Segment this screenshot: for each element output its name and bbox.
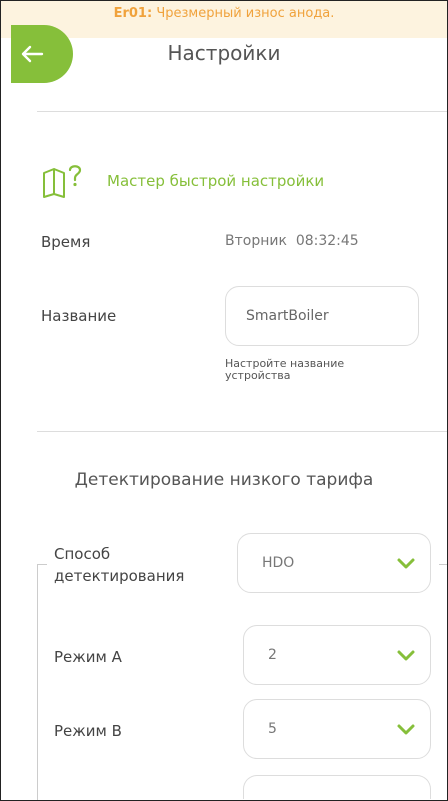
name-label: Название (41, 307, 117, 325)
mode-a-label: Режим A (54, 648, 122, 666)
device-name-hint: Настройте название устройства (225, 357, 345, 382)
error-code: Er01: (113, 6, 153, 21)
mode-b-select[interactable]: 5 (243, 699, 431, 759)
wizard-label: Мастер быстрой настройки (107, 172, 325, 190)
error-message: Чрезмерный износ анода. (156, 6, 335, 21)
error-banner[interactable]: Er01: Чрезмерный износ анода. (1, 1, 447, 38)
chevron-down-icon (397, 724, 415, 735)
detection-method-label: Способ детектирования (54, 545, 185, 585)
quick-setup-wizard-link[interactable]: Мастер быстрой настройки (41, 163, 324, 199)
mode-a-select[interactable]: 2 (243, 625, 431, 685)
next-select-partial[interactable] (243, 775, 431, 799)
divider (37, 431, 447, 432)
mode-a-value: 2 (268, 647, 277, 663)
group-border-top (37, 564, 47, 565)
device-name-input[interactable]: SmartBoiler (225, 286, 419, 346)
mode-b-label: Режим B (54, 722, 122, 740)
page-title: Настройки (167, 41, 281, 65)
chevron-down-icon (397, 558, 415, 569)
low-tariff-title: Детектирование низкого тарифа (74, 470, 374, 490)
settings-screen: Er01: Чрезмерный износ анода. Настройки … (0, 0, 448, 801)
book-question-icon (43, 165, 82, 198)
mode-b-value: 5 (268, 721, 277, 737)
time-label: Время (41, 233, 91, 251)
divider (37, 111, 447, 112)
chevron-down-icon (397, 650, 415, 661)
group-border-left (37, 564, 38, 800)
detection-method-value: HDO (262, 555, 295, 571)
detection-method-select[interactable]: HDO (237, 533, 431, 593)
time-value: Вторник 08:32:45 (225, 233, 359, 249)
group-border-top-right (439, 564, 447, 565)
